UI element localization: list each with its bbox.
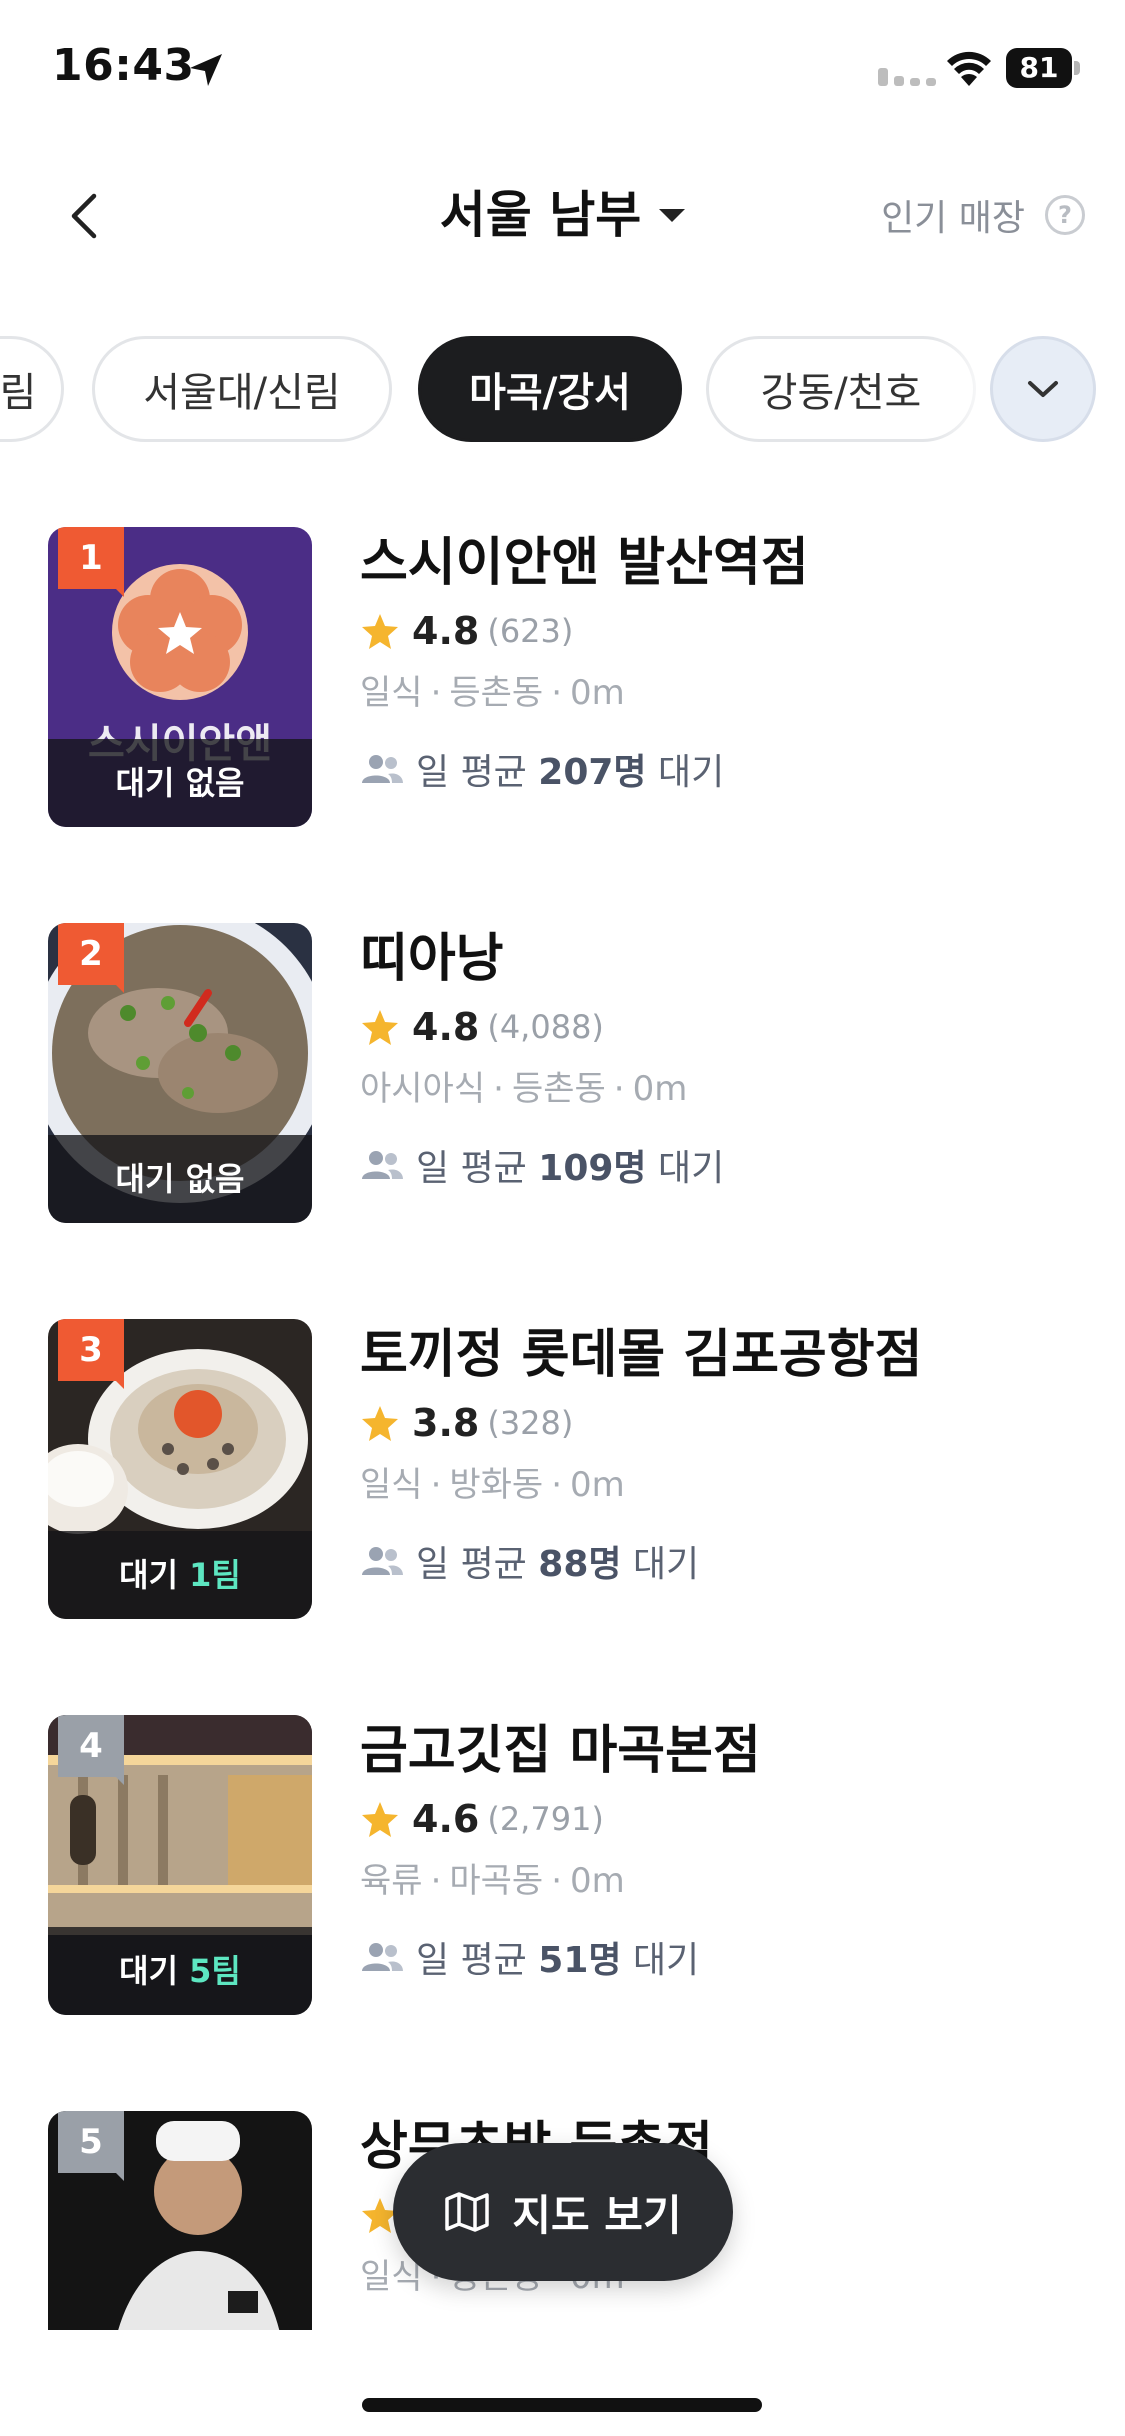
rating-row: 4.6 (2,791) (360, 1791, 1100, 1847)
list-item[interactable]: 2 대기 없음 띠아낭 4.8 (4,088) 아시아식 · 등촌동 · 0m 일 평균… (0, 923, 1125, 1223)
chevron-down-icon (1028, 381, 1058, 397)
location-arrow-icon (190, 54, 222, 86)
rating-row: 4.8 (623) (360, 603, 1100, 659)
wait-status: 대기 5팀 (48, 1927, 312, 2015)
category: 일식 (360, 1465, 423, 1505)
distance: 0m (570, 1861, 625, 1901)
status-bar: 16:43 81 (0, 0, 1125, 140)
store-thumbnail: 2 대기 없음 (48, 923, 312, 1223)
rank-number: 3 (79, 1330, 103, 1370)
store-thumbnail: 스시이안앤 1 대기 없음 (48, 527, 312, 827)
header: 서울 남부 인기 매장 ? (0, 170, 1125, 260)
category: 일식 (360, 2257, 423, 2297)
daily-average-wait: 일 평균 51명 대기 (360, 1927, 1100, 1987)
category: 일식 (360, 673, 423, 713)
review-count: (328) (487, 1404, 574, 1442)
people-icon (362, 1151, 403, 1179)
bottom-safe-area (0, 2330, 1125, 2436)
star-icon (362, 614, 398, 649)
rank-number: 2 (79, 934, 103, 974)
distance: 0m (570, 1465, 625, 1505)
chip-seouldae-sillim[interactable]: 서울대/신림 (92, 336, 392, 442)
cellular-signal-icon (878, 68, 936, 86)
review-count: (4,088) (487, 1008, 604, 1046)
store-name: 띠아낭 (360, 929, 504, 989)
map-view-label: 지도 보기 (512, 2190, 682, 2240)
area: 마곡동 (449, 1861, 544, 1901)
help-icon[interactable]: ? (1045, 195, 1085, 235)
store-thumbnail: 5 (48, 2111, 312, 2331)
page-title: 서울 남부 (439, 186, 642, 244)
daily-average-wait: 일 평균 109명 대기 (360, 1135, 1100, 1195)
popular-stores-info[interactable]: 인기 매장 ? (881, 190, 1085, 240)
rank-number: 4 (79, 1726, 103, 1766)
store-info: 금고깃집 마곡본점 4.6 (2,791) 육류 · 마곡동 · 0m 일 평균 51명… (360, 1715, 1100, 1987)
rank-number: 1 (79, 538, 103, 578)
battery-icon: 81 (1006, 48, 1080, 88)
area: 방화동 (449, 1465, 544, 1505)
rating-value: 3.8 (412, 1401, 480, 1445)
people-icon (362, 1943, 403, 1971)
store-meta: 일식·등촌동·0m (360, 673, 625, 713)
region-chips: 림 서울대/신림 마곡/강서 강동/천호 (0, 336, 1125, 442)
area: 등촌동 (449, 673, 544, 713)
store-meta: 아시아식 · 등촌동 · 0m (360, 1069, 688, 1109)
home-indicator (362, 2398, 762, 2412)
star-icon (362, 1010, 398, 1045)
caret-down-icon (659, 209, 686, 222)
rating-row: 4.8 (4,088) (360, 999, 1100, 1055)
wait-status: 대기 없음 (48, 1135, 312, 1223)
list-item[interactable]: 4 대기 5팀 금고깃집 마곡본점 4.6 (2,791) 육류 · 마곡동 · 0m … (0, 1715, 1125, 2015)
store-thumbnail: 4 대기 5팀 (48, 1715, 312, 2015)
review-count: (623) (487, 612, 574, 650)
chips-expand-button[interactable] (990, 336, 1096, 442)
chip-magok-gangseo[interactable]: 마곡/강서 (418, 336, 682, 442)
review-count: (2,791) (487, 1800, 604, 1838)
status-time: 16:43 (52, 40, 195, 91)
rating-value: 4.8 (412, 1005, 480, 1049)
store-name: 스시이안앤 발산역점 (360, 533, 809, 593)
wait-status: 대기 1팀 (48, 1531, 312, 1619)
store-name: 금고깃집 마곡본점 (360, 1721, 761, 1781)
star-icon (362, 1802, 398, 1837)
people-icon (362, 755, 403, 783)
distance: 0m (570, 673, 625, 713)
category: 육류 (360, 1861, 423, 1901)
distance: 0m (632, 1069, 688, 1109)
wait-status: 대기 없음 (48, 739, 312, 827)
rank-number: 5 (79, 2122, 103, 2162)
wifi-icon (947, 51, 991, 86)
map-view-button[interactable]: 지도 보기 (393, 2143, 733, 2281)
store-thumbnail: 3 대기 1팀 (48, 1319, 312, 1619)
chip-sillim-partial[interactable]: 림 (0, 336, 64, 442)
back-chevron-icon[interactable] (58, 188, 114, 244)
store-meta: 육류 · 마곡동 · 0m (360, 1861, 625, 1901)
store-info: 띠아낭 4.8 (4,088) 아시아식 · 등촌동 · 0m 일 평균 109명 대기 (360, 923, 1100, 1195)
region-title-dropdown[interactable]: 서울 남부 (439, 170, 686, 260)
star-icon (362, 1406, 398, 1441)
daily-average-wait: 일 평균 207명 대기 (360, 739, 1100, 799)
store-name: 토끼정 롯데몰 김포공항점 (360, 1325, 923, 1385)
store-info: 토끼정 롯데몰 김포공항점 3.8 (328) 일식 · 방화동 · 0m 일 평균 8… (360, 1319, 1100, 1591)
battery-level: 81 (1019, 51, 1059, 84)
rating-row: 3.8 (328) (360, 1395, 1100, 1451)
area: 등촌동 (511, 1069, 606, 1109)
store-meta: 일식 · 방화동 · 0m (360, 1465, 625, 1505)
map-icon (445, 2192, 490, 2232)
list-item[interactable]: 스시이안앤 1 대기 없음 스시이안앤 발산역점 4.8 (623) 일식·등촌… (0, 527, 1125, 827)
list-item[interactable]: 3 대기 1팀 토끼정 롯데몰 김포공항점 3.8 (328) 일식 · 방화동 · 0… (0, 1319, 1125, 1619)
store-info: 스시이안앤 발산역점 4.8 (623) 일식 · 등촌동 · 0m 일 평균 207명… (360, 527, 1100, 799)
rating-value: 4.8 (412, 609, 480, 653)
popular-stores-label: 인기 매장 (881, 198, 1025, 239)
rating-value: 4.6 (412, 1797, 480, 1841)
daily-average-wait: 일 평균 88명 대기 (360, 1531, 1100, 1591)
category: 아시아식 (360, 1069, 486, 1109)
people-icon (362, 1547, 403, 1575)
